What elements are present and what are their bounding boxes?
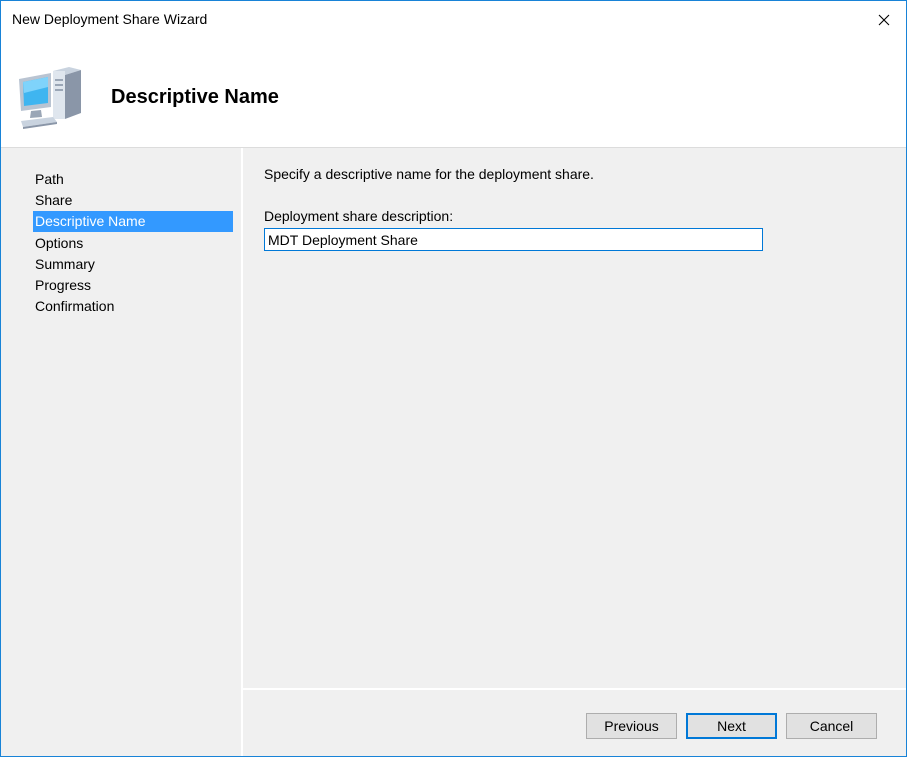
close-icon [878,14,890,26]
title-bar: New Deployment Share Wizard [1,1,906,39]
sidebar-item-summary[interactable]: Summary [33,254,233,275]
cancel-button[interactable]: Cancel [786,713,877,739]
previous-button[interactable]: Previous [586,713,677,739]
sidebar-item-progress[interactable]: Progress [33,275,233,296]
wizard-window: New Deployment Share Wizard Descriptive … [0,0,907,757]
main-panel: Specify a descriptive name for the deplo… [243,148,906,688]
sidebar-item-path[interactable]: Path [33,169,233,190]
page-title: Descriptive Name [111,86,279,108]
sidebar-item-confirmation[interactable]: Confirmation [33,296,233,317]
button-bar: Previous Next Cancel [243,690,906,756]
window-title: New Deployment Share Wizard [12,11,208,27]
wizard-header: Descriptive Name [1,39,906,147]
sidebar-item-options[interactable]: Options [33,233,233,254]
description-label: Deployment share description: [264,208,454,224]
steps-sidebar: Path Share Descriptive Name Options Summ… [1,148,241,756]
close-button[interactable] [862,1,906,39]
instruction-text: Specify a descriptive name for the deplo… [264,166,594,182]
next-button[interactable]: Next [686,713,777,739]
sidebar-item-descriptive-name[interactable]: Descriptive Name [33,211,233,232]
sidebar-item-share[interactable]: Share [33,190,233,211]
description-input[interactable] [264,228,763,251]
computer-icon [19,67,81,129]
